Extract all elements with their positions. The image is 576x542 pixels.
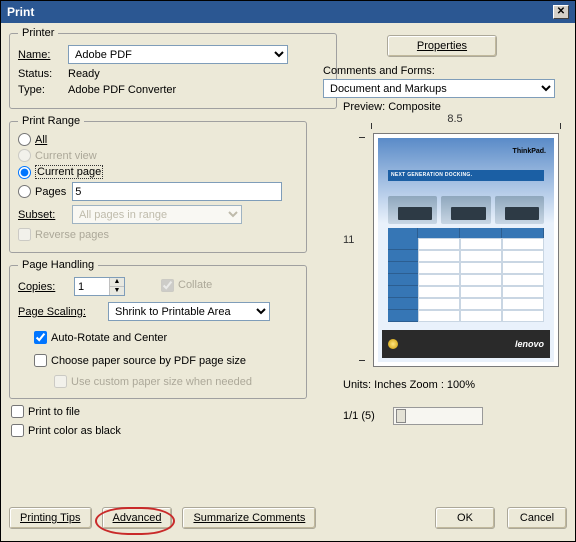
printing-tips-button[interactable]: Printing Tips: [9, 507, 92, 529]
range-pages-label: Pages: [35, 186, 66, 198]
reverse-pages-check: [18, 228, 31, 241]
preview-height: 11: [343, 234, 354, 246]
print-range-group: Print Range All Current view Current pag…: [9, 115, 307, 253]
range-current-view-radio: [18, 149, 31, 162]
page-handling-group: Page Handling Copies: ▲▼ Collate Page Sc…: [9, 259, 307, 399]
print-dialog: Print ✕ Printer Name: Adobe PDF St: [0, 0, 576, 542]
collate-check: [161, 279, 174, 292]
type-label: Type:: [18, 84, 62, 96]
auto-rotate-check[interactable]: [34, 331, 47, 344]
preview-label: Preview: Composite: [343, 101, 567, 113]
reverse-pages-label: Reverse pages: [35, 229, 109, 241]
range-current-page-label: Current page: [35, 165, 103, 179]
preview-page: ThinkPad. NEXT GENERATION DOCKING.: [373, 133, 559, 367]
status-value: Ready: [68, 68, 100, 80]
comments-select[interactable]: Document and Markups: [323, 79, 555, 98]
titlebar: Print ✕: [1, 1, 575, 23]
printer-legend: Printer: [18, 27, 58, 39]
cancel-button[interactable]: Cancel: [507, 507, 567, 529]
choose-source-check[interactable]: [34, 354, 47, 367]
window-title: Print: [7, 5, 34, 19]
close-button[interactable]: ✕: [553, 5, 569, 19]
printer-group: Printer Name: Adobe PDF Status: Ready: [9, 27, 337, 109]
print-black-check[interactable]: [11, 424, 24, 437]
preview-width: 8.5: [447, 113, 462, 125]
collate-label: Collate: [178, 279, 212, 291]
range-all-radio[interactable]: [18, 133, 31, 146]
advanced-button[interactable]: Advanced: [102, 507, 173, 529]
doc-banner: NEXT GENERATION DOCKING.: [388, 170, 544, 180]
choose-source-label: Choose paper source by PDF page size: [51, 355, 246, 367]
subset-label: Subset:: [18, 209, 66, 221]
page-indicator: 1/1 (5): [343, 410, 375, 422]
printer-name-select[interactable]: Adobe PDF: [68, 45, 288, 64]
properties-button[interactable]: Properties: [387, 35, 497, 57]
name-label: Name:: [18, 49, 62, 61]
bulb-icon: [388, 339, 398, 349]
scaling-label: Page Scaling:: [18, 306, 102, 318]
units-zoom-label: Units: Inches Zoom : 100%: [343, 379, 567, 391]
comments-label: Comments and Forms:: [323, 65, 561, 77]
spinner-up-icon[interactable]: ▲: [110, 278, 124, 287]
auto-rotate-label: Auto-Rotate and Center: [51, 332, 167, 344]
thinkpad-logo: ThinkPad.: [513, 148, 546, 155]
range-legend: Print Range: [18, 115, 84, 127]
status-label: Status:: [18, 68, 62, 80]
print-black-label: Print color as black: [28, 425, 121, 437]
range-all-label: All: [35, 134, 47, 146]
summarize-comments-button[interactable]: Summarize Comments: [182, 507, 316, 529]
print-to-file-label: Print to file: [28, 406, 80, 418]
preview-table: [388, 228, 544, 322]
ok-button[interactable]: OK: [435, 507, 495, 529]
copies-input[interactable]: [75, 278, 109, 295]
custom-paper-label: Use custom paper size when needed: [71, 376, 252, 388]
range-pages-input[interactable]: [72, 182, 282, 201]
range-current-page-radio[interactable]: [18, 166, 31, 179]
print-to-file-check[interactable]: [11, 405, 24, 418]
type-value: Adobe PDF Converter: [68, 84, 176, 96]
scaling-select[interactable]: Shrink to Printable Area: [108, 302, 270, 321]
custom-paper-check: [54, 375, 67, 388]
range-current-view-label: Current view: [35, 150, 97, 162]
lenovo-logo: lenovo: [515, 339, 544, 349]
zoom-slider[interactable]: [393, 407, 483, 425]
subset-select: All pages in range: [72, 205, 242, 224]
preview-panel: Preview: Composite 8.5 11 ThinkPad. NEXT…: [343, 101, 567, 425]
handling-legend: Page Handling: [18, 259, 98, 271]
copies-spinner[interactable]: ▲▼: [74, 277, 125, 296]
range-pages-radio[interactable]: [18, 185, 31, 198]
copies-label: Copies:: [18, 281, 68, 293]
spinner-down-icon[interactable]: ▼: [110, 287, 124, 295]
